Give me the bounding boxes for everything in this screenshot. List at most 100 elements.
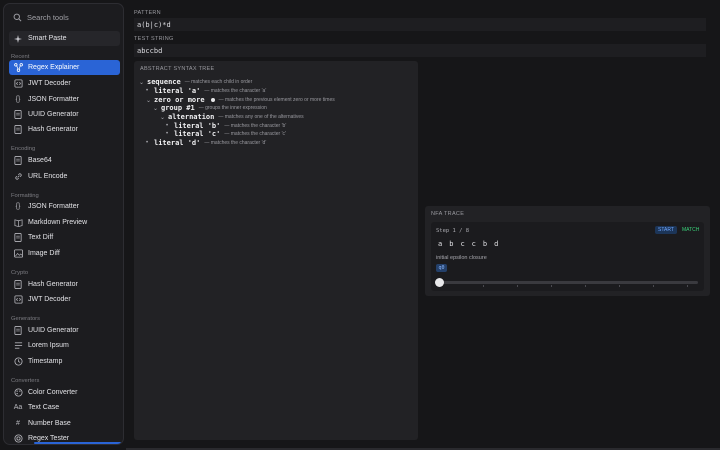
sidebar-item-label: UUID Generator: [28, 327, 79, 334]
sidebar-item-json-formatter[interactable]: {} JSON Formatter: [9, 92, 120, 107]
slider-tick: [653, 285, 654, 287]
sidebar-item-label: Text Case: [28, 404, 60, 411]
test-string-input[interactable]: abccbd: [134, 44, 706, 57]
sidebar-item-label: Regex Explainer: [28, 64, 80, 71]
ast-node-literal-d[interactable]: • literal 'd' — matches the character 'd…: [146, 139, 266, 147]
sidebar-item-base64[interactable]: Base64: [9, 153, 120, 168]
sidebar-item-label: JWT Decoder: [28, 80, 71, 87]
document-icon: [13, 280, 23, 290]
input-char: c: [460, 240, 465, 248]
code-icon: [13, 79, 23, 89]
slider-tick: [551, 285, 552, 287]
slider-tick: [585, 285, 586, 287]
braces-icon: {}: [15, 96, 21, 103]
bullet-icon: •: [146, 88, 149, 94]
input-char: c: [471, 240, 476, 248]
ast-node-literal-a[interactable]: • literal 'a' — matches the character 'a…: [146, 87, 266, 95]
bullet-icon: •: [166, 131, 169, 137]
sidebar-item-uuid-generator-2[interactable]: UUID Generator: [9, 323, 120, 338]
sidebar-item-label: Lorem Ipsum: [28, 342, 69, 349]
section-label-converters: Converters: [11, 378, 40, 384]
input-char: b: [449, 240, 454, 248]
slider-tick: [619, 285, 620, 287]
sidebar-item-number-base[interactable]: # Number Base: [9, 416, 120, 431]
document-icon: [13, 156, 23, 166]
sidebar-item-label: JSON Formatter: [28, 96, 79, 103]
sidebar-item-markdown-preview[interactable]: Markdown Preview: [9, 215, 120, 230]
section-label-crypto: Crypto: [11, 270, 29, 276]
ast-node-literal-c[interactable]: • literal 'c' — matches the character 'c…: [166, 130, 286, 138]
sidebar-item-hash-generator[interactable]: Hash Generator: [9, 122, 120, 137]
pattern-input[interactable]: a(b|c)*d: [134, 18, 706, 31]
test-string-label: TEST STRING: [134, 36, 174, 42]
text-case-icon: Aa: [13, 404, 23, 411]
book-icon: [13, 218, 23, 228]
sidebar-item-color-converter[interactable]: Color Converter: [9, 385, 120, 400]
image-icon: [13, 249, 23, 259]
hash-icon: #: [16, 420, 20, 427]
sidebar-item-jwt-decoder-2[interactable]: JWT Decoder: [9, 292, 120, 307]
lines-icon: [13, 341, 23, 351]
chevron-down-icon[interactable]: ⌄: [153, 105, 161, 112]
ast-node-alternation[interactable]: ⌄ alternation — matches any one of the a…: [160, 113, 304, 121]
nfa-trace-body: Step 1 / 8 START MATCH a b c c b d initi…: [431, 222, 704, 291]
match-badge: MATCH: [682, 227, 700, 233]
sidebar-item-uuid-generator[interactable]: UUID Generator: [9, 107, 120, 122]
ast-node-group-1[interactable]: ⌄ group #1 — groups the inner expression: [153, 104, 267, 112]
smart-paste-button[interactable]: Smart Paste: [9, 31, 120, 46]
sidebar-item-label: Image Diff: [28, 250, 60, 257]
ast-node-literal-b[interactable]: • literal 'b' — matches the character 'b…: [166, 122, 286, 130]
sidebar-item-url-encode[interactable]: URL Encode: [9, 169, 120, 184]
sidebar-item-label: Hash Generator: [28, 281, 78, 288]
sidebar-item-label: UUID Generator: [28, 111, 79, 118]
chevron-down-icon[interactable]: ⌄: [160, 114, 168, 121]
link-icon: [13, 172, 23, 182]
sidebar-item-text-diff[interactable]: Text Diff: [9, 230, 120, 245]
search-box[interactable]: [9, 9, 120, 26]
search-icon: [13, 13, 22, 22]
smart-paste-label: Smart Paste: [28, 35, 67, 42]
code-icon: [13, 295, 23, 305]
nfa-title: NFA TRACE: [431, 211, 465, 217]
sidebar: Smart Paste Recent Regex Explainer JWT D…: [3, 3, 124, 445]
quantifier-dot-icon: [210, 98, 215, 102]
sidebar-item-jwt-decoder[interactable]: JWT Decoder: [9, 76, 120, 91]
slider-tick: [517, 285, 518, 287]
input-char: b: [482, 240, 488, 248]
active-state-chip: q0: [436, 264, 447, 272]
regex-icon: [13, 63, 23, 73]
sidebar-item-label: Text Diff: [28, 234, 54, 241]
ast-node-sequence[interactable]: ⌄ sequence — matches each child in order: [139, 78, 252, 86]
sidebar-item-label: Number Base: [28, 420, 71, 427]
bullet-icon: •: [146, 140, 149, 146]
ast-title: ABSTRACT SYNTAX TREE: [140, 66, 215, 72]
target-icon: [13, 434, 23, 444]
search-input[interactable]: [27, 13, 117, 22]
sidebar-item-regex-explainer[interactable]: Regex Explainer: [9, 60, 120, 75]
step-counter: Step 1 / 8: [436, 228, 470, 234]
step-slider-thumb[interactable]: [435, 278, 444, 287]
section-label-encoding: Encoding: [11, 146, 36, 152]
sidebar-item-text-case[interactable]: Aa Text Case: [9, 400, 120, 415]
sidebar-item-lorem-ipsum[interactable]: Lorem Ipsum: [9, 338, 120, 353]
step-slider-track[interactable]: [438, 281, 698, 284]
sidebar-scroll-indicator: [34, 442, 121, 444]
sidebar-item-image-diff[interactable]: Image Diff: [9, 246, 120, 261]
step-description: initial epsilon closure: [436, 255, 487, 261]
input-char: a: [438, 240, 443, 248]
sidebar-item-label: Color Converter: [28, 389, 78, 396]
sidebar-item-label: URL Encode: [28, 173, 68, 180]
chevron-down-icon[interactable]: ⌄: [139, 79, 147, 86]
ast-node-zero-or-more[interactable]: ⌄ zero or more — matches the previous el…: [146, 96, 335, 104]
sidebar-item-hash-generator-2[interactable]: Hash Generator: [9, 277, 120, 292]
chevron-down-icon[interactable]: ⌄: [146, 97, 154, 104]
sidebar-item-json-formatter-2[interactable]: {} JSON Formatter: [9, 199, 120, 214]
sidebar-item-timestamp[interactable]: Timestamp: [9, 354, 120, 369]
slider-tick: [687, 285, 688, 287]
sidebar-item-label: Hash Generator: [28, 126, 78, 133]
document-icon: [13, 233, 23, 243]
sidebar-item-label: Regex Tester: [28, 435, 70, 442]
input-char: d: [494, 240, 499, 248]
clock-icon: [13, 357, 23, 367]
sparkle-icon: [13, 34, 23, 44]
